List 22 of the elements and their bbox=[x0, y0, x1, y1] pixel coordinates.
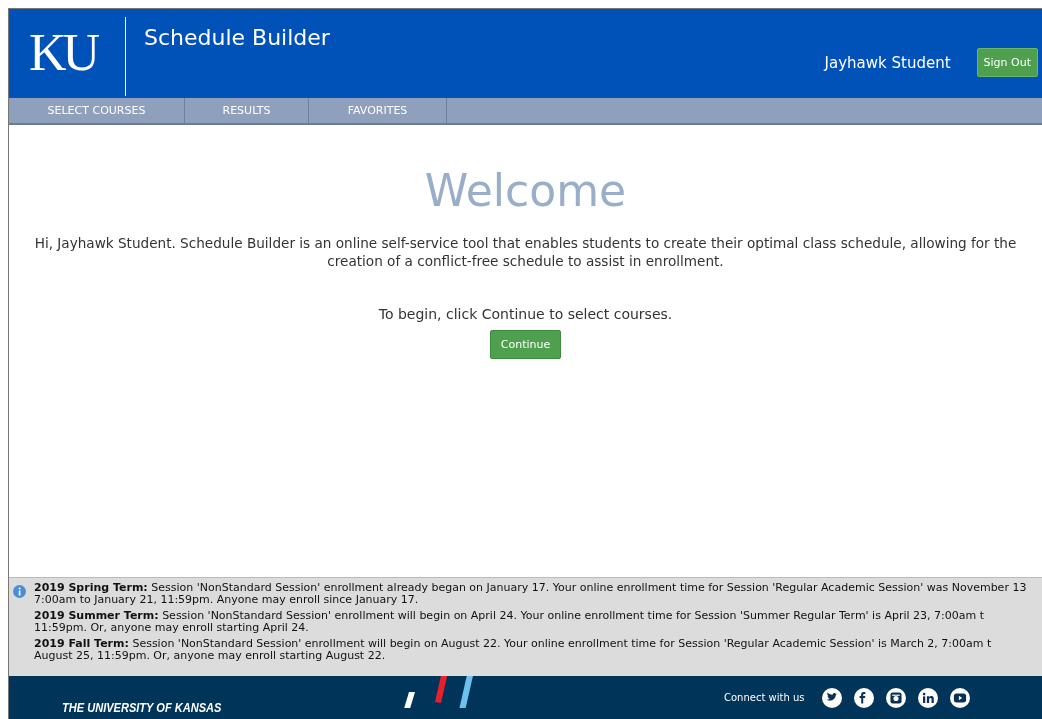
app-title: Schedule Builder bbox=[143, 24, 330, 50]
intro-text: Hi, Jayhawk Student. Schedule Builder is an online self-service tool that enables students to create their optimal class schedule, allowing for the creation of a conflict-free schedule to assist in enrollment. bbox=[33, 234, 1018, 270]
enrollment-notice: 2019 Spring Term: Session 'NonStandard Session' enrollment already began on January 17. Your online enrollment time for Session 'Regular Academic Session' was November 13 7:00am to January 21, 11:59pm. Anyone may enroll since January 17. bbox=[34, 582, 1028, 606]
prompt-text: To begin, click Continue to select courses. bbox=[378, 306, 673, 322]
connect-label: Connect with us bbox=[724, 692, 805, 703]
university-name: THE UNIVERSITY OF KANSAS bbox=[62, 700, 223, 715]
linkedin-icon[interactable] bbox=[918, 687, 939, 708]
camera-icon[interactable] bbox=[886, 687, 907, 708]
user-name: Jayhawk Student bbox=[824, 53, 951, 72]
nav-tab[interactable]: RESULTS bbox=[185, 98, 309, 123]
bird-icon[interactable] bbox=[822, 687, 843, 708]
enrollment-notice: 2019 Fall Term: Session 'NonStandard Session' enrollment will begin on August 22. Your online enrollment time for Session 'Regular Academic Session' is March 2, 7:00am t August 25, 11:59pm. Or, anyone may enroll starting August 22. bbox=[34, 638, 993, 662]
sign-out-button[interactable]: Sign Out bbox=[976, 48, 1038, 77]
info-icon bbox=[13, 585, 26, 598]
letter-f-icon[interactable] bbox=[854, 687, 875, 708]
logo: KU bbox=[28, 23, 98, 83]
enrollment-notice: 2019 Summer Term: Session 'NonStandard Session' enrollment will begin on April 24. Your online enrollment time for Session 'Summer Regular Term' is April 23, 7:00am t 11:59pm. Or, anyone may enroll starting April 24. bbox=[34, 610, 985, 634]
continue-button[interactable]: Continue bbox=[489, 330, 562, 359]
play-icon[interactable] bbox=[950, 687, 971, 708]
welcome-heading: Welcome bbox=[424, 165, 627, 216]
nav-tab[interactable]: SELECT COURSES bbox=[9, 98, 185, 123]
nav-tab[interactable]: FAVORITES bbox=[309, 98, 447, 123]
